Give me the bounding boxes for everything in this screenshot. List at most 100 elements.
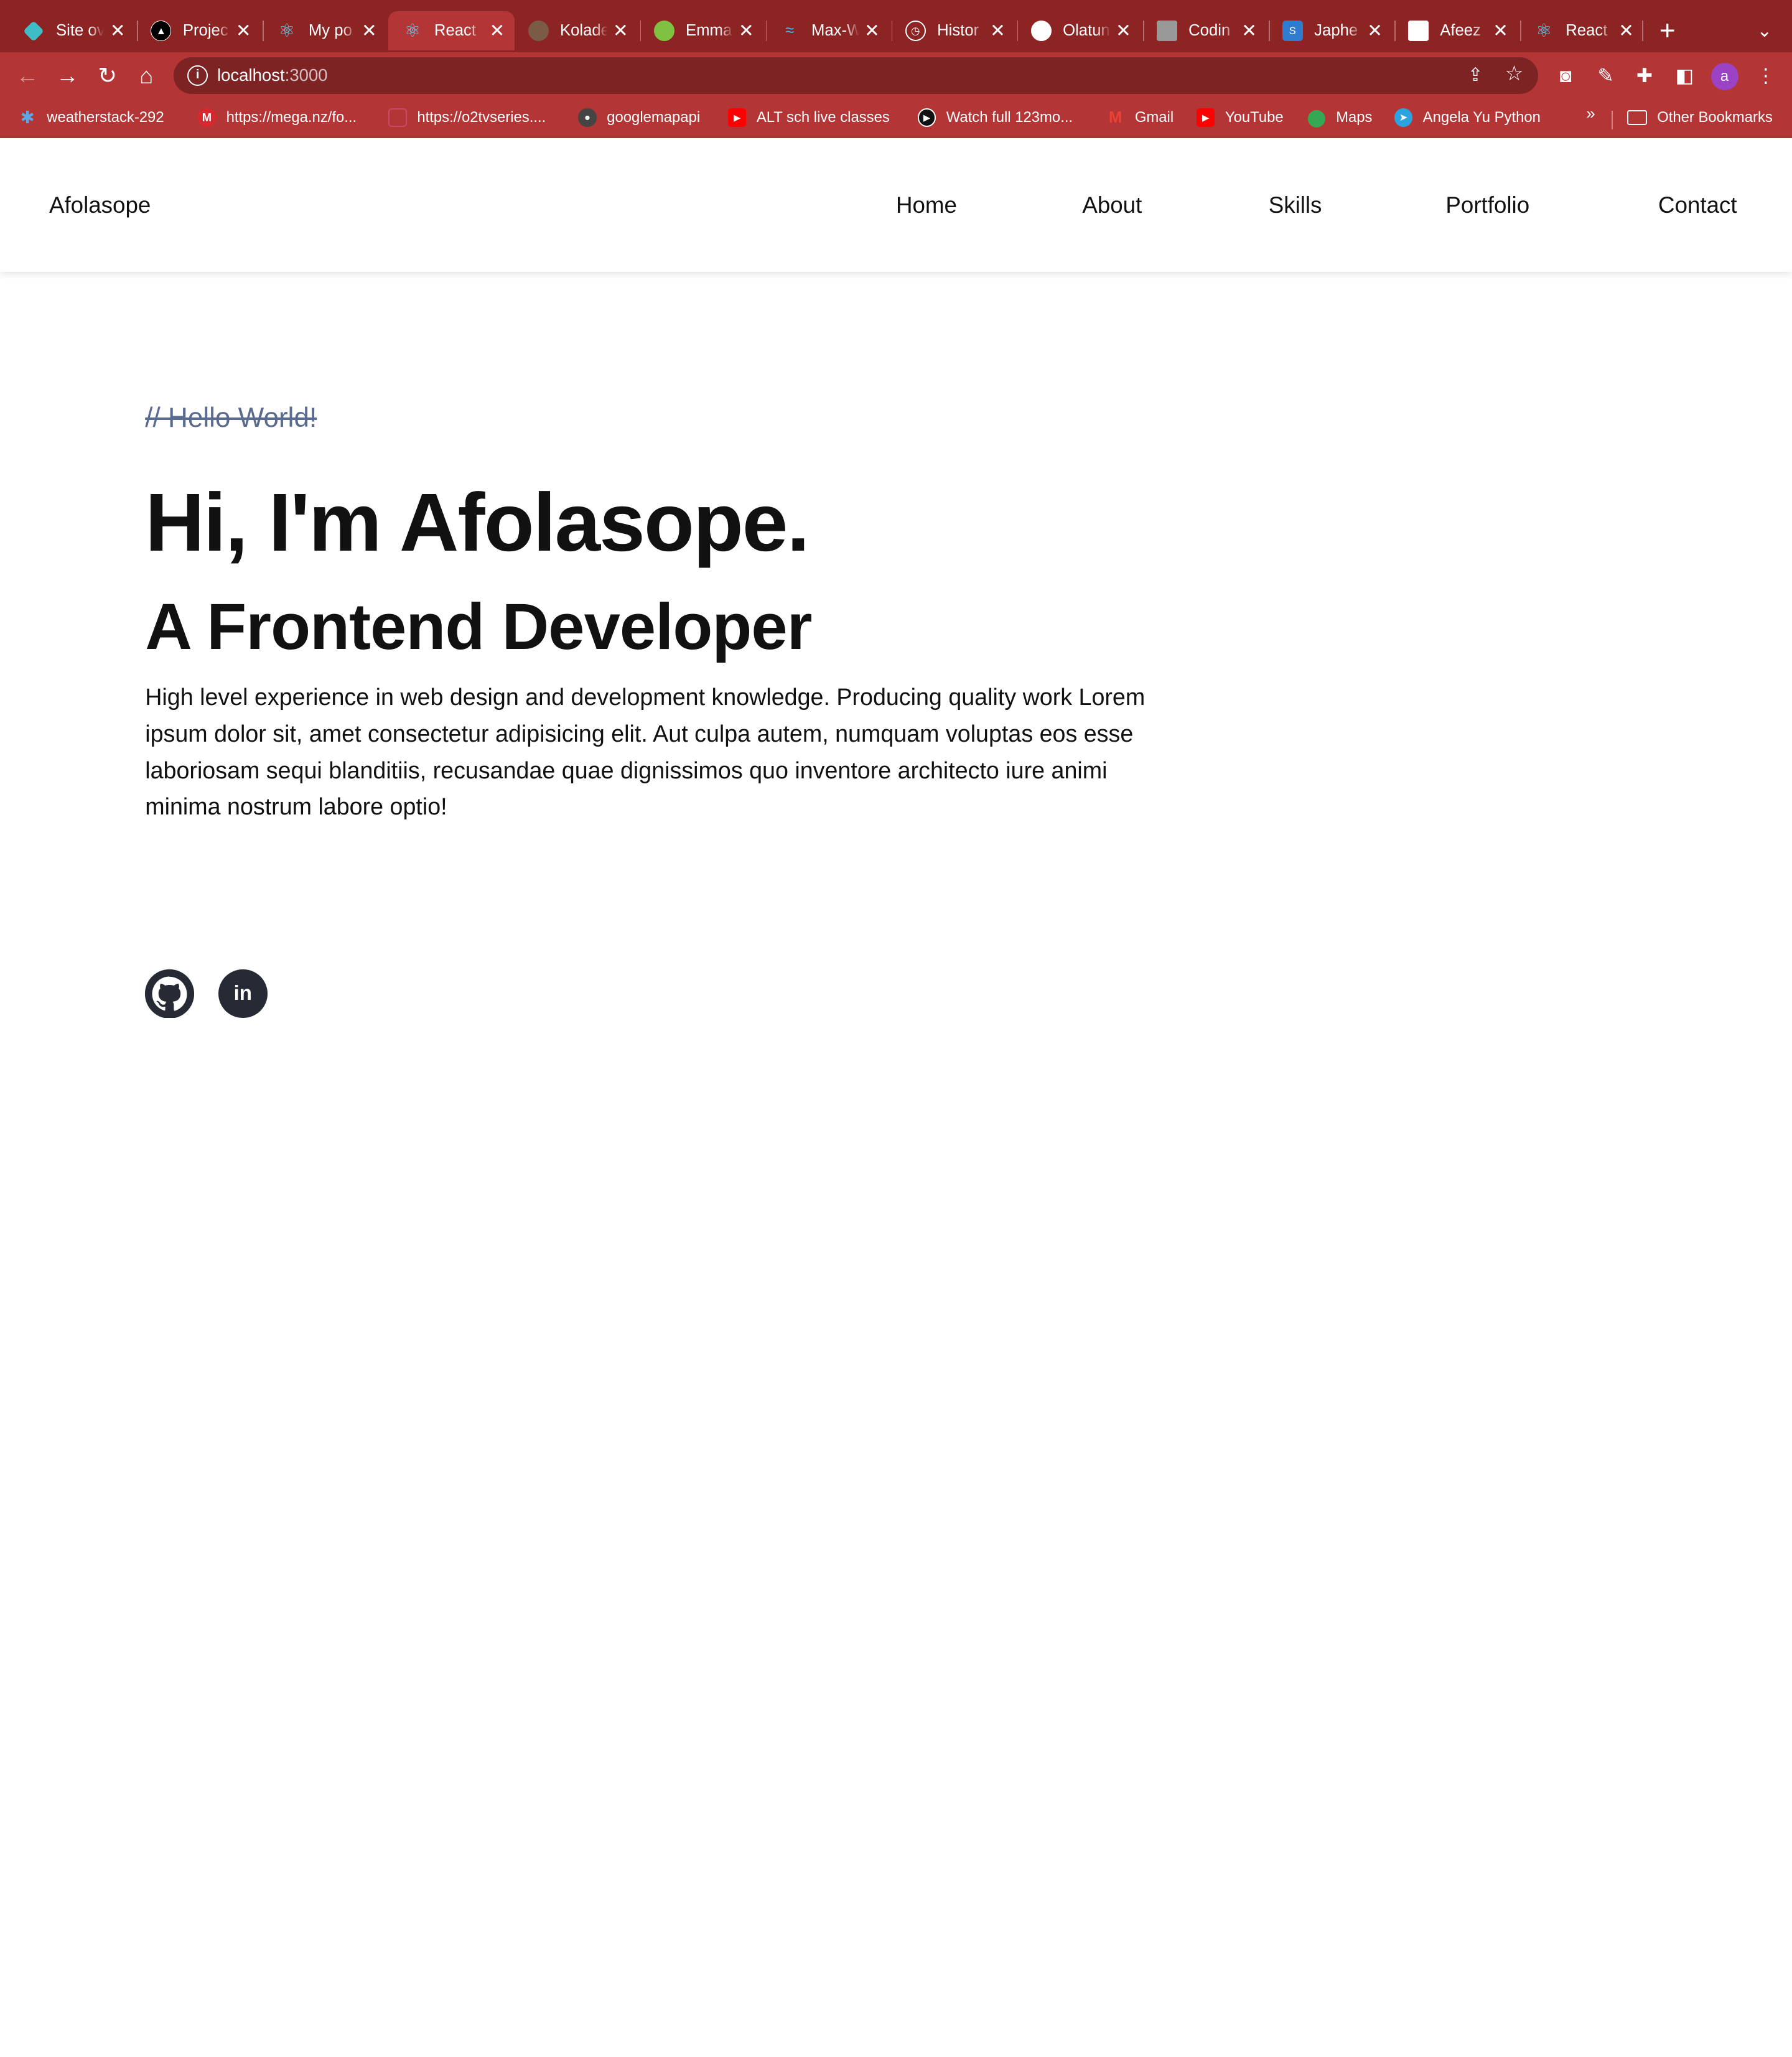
bookmark-label: YouTube (1225, 109, 1284, 126)
bookmark-item[interactable]: ▶ ALT sch live classes (727, 106, 890, 129)
bookmark-item[interactable]: ▶ Watch full 123mo... (917, 106, 1073, 129)
tailwind-icon: ≈ (785, 22, 795, 40)
close-icon[interactable]: ✕ (1113, 21, 1134, 41)
tab[interactable]: Codin ✕ (1143, 11, 1266, 50)
github-icon: ● (578, 108, 597, 127)
bookmark-label: Watch full 123mo... (946, 109, 1073, 126)
bookmarks-divider (1611, 111, 1613, 129)
nav-contact[interactable]: Contact (1658, 192, 1737, 218)
tab[interactable]: ⚛ My po ✕ (263, 11, 386, 50)
tab-title: Histor (937, 22, 979, 40)
bookmark-star-icon[interactable]: ☆ (1501, 62, 1526, 86)
side-panel-icon[interactable]: ◧ (1669, 60, 1701, 91)
forward-button[interactable]: → (52, 60, 83, 91)
gmail-icon: M (1108, 108, 1122, 126)
bookmark-item[interactable]: Mhttps://mega.nz/fo... (197, 106, 357, 129)
site-icon: S (1282, 21, 1303, 42)
avatar-icon (1030, 21, 1052, 42)
info-icon[interactable]: i (187, 65, 208, 86)
tab-title: Max-W (811, 22, 860, 40)
tab-title: Japhe (1314, 22, 1358, 40)
vercel-icon: ▲ (151, 21, 172, 42)
netlify-icon (23, 20, 45, 42)
bookmark-item[interactable]: ● googlemapapi (578, 106, 700, 129)
bookmark-label: Maps (1336, 109, 1373, 126)
nav-skills[interactable]: Skills (1269, 192, 1322, 218)
linkedin-link[interactable]: in (218, 969, 268, 1019)
tab[interactable]: Site ov ✕ (9, 11, 135, 50)
avatar-icon (1407, 21, 1429, 42)
close-icon[interactable]: ✕ (1490, 21, 1511, 41)
close-icon[interactable]: ✕ (862, 21, 882, 41)
bookmark-item[interactable]: ⬤ Maps (1307, 106, 1372, 129)
bookmark-item[interactable]: M Gmail (1106, 106, 1174, 129)
tab-title: My po (308, 22, 352, 40)
bookmark-item[interactable]: ✱ weatherstack-292 (18, 106, 164, 129)
close-icon[interactable]: ✕ (108, 21, 128, 41)
close-icon[interactable]: ✕ (487, 21, 507, 41)
tab[interactable]: ▲ Projec ✕ (137, 11, 260, 50)
bookmark-item[interactable]: https://o2tvseries.... (388, 106, 546, 129)
snowflake-icon: ✱ (20, 108, 35, 128)
bookmark-item[interactable]: ➤ Angela Yu Python (1394, 106, 1541, 129)
close-icon[interactable]: ✕ (1365, 21, 1385, 41)
close-icon[interactable]: ✕ (610, 21, 631, 41)
reload-button[interactable]: ↻ (91, 60, 123, 91)
browser-chrome: Site ov ✕ ▲ Projec ✕ ⚛ My po ✕ ⚛ React ✕… (0, 0, 1792, 139)
bookmarks-overflow-button[interactable]: » (1586, 105, 1595, 123)
site-navbar: Afolasope Home About Skills Portfolio Co… (0, 138, 1792, 273)
tab[interactable]: Kolade ✕ (515, 11, 638, 50)
tab[interactable]: ≈ Max-W ✕ (766, 11, 889, 50)
home-button[interactable]: ⌂ (130, 60, 162, 91)
close-icon[interactable]: ✕ (233, 21, 254, 41)
tab[interactable]: ⚛ React ✕ (1520, 11, 1643, 50)
nav-home[interactable]: Home (896, 192, 957, 218)
close-icon[interactable]: ✕ (1616, 21, 1636, 41)
close-icon[interactable]: ✕ (736, 21, 757, 41)
mega-icon: M (197, 108, 217, 127)
chevron-down-icon[interactable]: ⌄ (1752, 16, 1777, 46)
tab-title: Kolade (559, 22, 609, 40)
address-bar[interactable]: i localhost:3000 ⇪ ☆ (174, 57, 1539, 94)
close-icon[interactable]: ✕ (359, 21, 380, 41)
share-icon[interactable]: ⇪ (1463, 63, 1488, 88)
tab-active[interactable]: ⚛ React ✕ (388, 11, 515, 50)
extensions-icon[interactable]: ✚ (1628, 60, 1660, 91)
bookmark-label: weatherstack-292 (47, 109, 164, 126)
bookmark-item[interactable]: ▶ YouTube (1197, 106, 1284, 129)
pen-icon[interactable]: ✎ (1590, 60, 1622, 91)
site-icon (388, 108, 407, 127)
tab[interactable]: Olatun ✕ (1017, 11, 1141, 50)
tab-divider (1642, 21, 1644, 42)
github-link[interactable] (145, 969, 195, 1019)
url-port: :3000 (284, 65, 328, 85)
url-text[interactable]: localhost:3000 (217, 65, 328, 85)
tab[interactable]: S Japhe ✕ (1269, 11, 1392, 50)
close-icon[interactable]: ✕ (1239, 21, 1259, 41)
tab[interactable]: ◷ Histor ✕ (892, 11, 1015, 50)
tab-title: Afeez (1440, 22, 1481, 40)
avatar-icon (528, 21, 549, 42)
close-icon[interactable]: ✕ (987, 21, 1008, 41)
bookmark-label: googlemapapi (607, 109, 701, 126)
react-icon: ⚛ (278, 21, 296, 42)
site-brand[interactable]: Afolasope (49, 192, 151, 218)
bookmark-label: https://mega.nz/fo... (226, 109, 357, 126)
new-tab-button[interactable]: + (1653, 16, 1682, 46)
other-bookmarks-folder[interactable]: Other Bookmarks (1627, 106, 1773, 129)
nav-portfolio[interactable]: Portfolio (1445, 192, 1529, 218)
play-icon: ▶ (917, 108, 936, 127)
nav-about[interactable]: About (1082, 192, 1142, 218)
back-button[interactable]: ← (11, 60, 43, 91)
profile-avatar[interactable]: a (1710, 63, 1738, 91)
bookmark-label: https://o2tvseries.... (417, 109, 546, 126)
telegram-icon: ➤ (1394, 108, 1413, 127)
tab-title: Projec (182, 22, 228, 40)
tab[interactable]: Emma ✕ (640, 11, 763, 50)
kebab-menu-icon[interactable]: ⋮ (1750, 60, 1781, 91)
tab[interactable]: Afeez ✕ (1394, 11, 1518, 50)
bookmark-label: ALT sch live classes (756, 109, 890, 126)
camera-icon[interactable]: ◙ (1550, 60, 1582, 91)
bookmarks-bar: ✱ weatherstack-292 Mhttps://mega.nz/fo...… (0, 98, 1792, 139)
youtube-icon: ▶ (727, 108, 747, 127)
